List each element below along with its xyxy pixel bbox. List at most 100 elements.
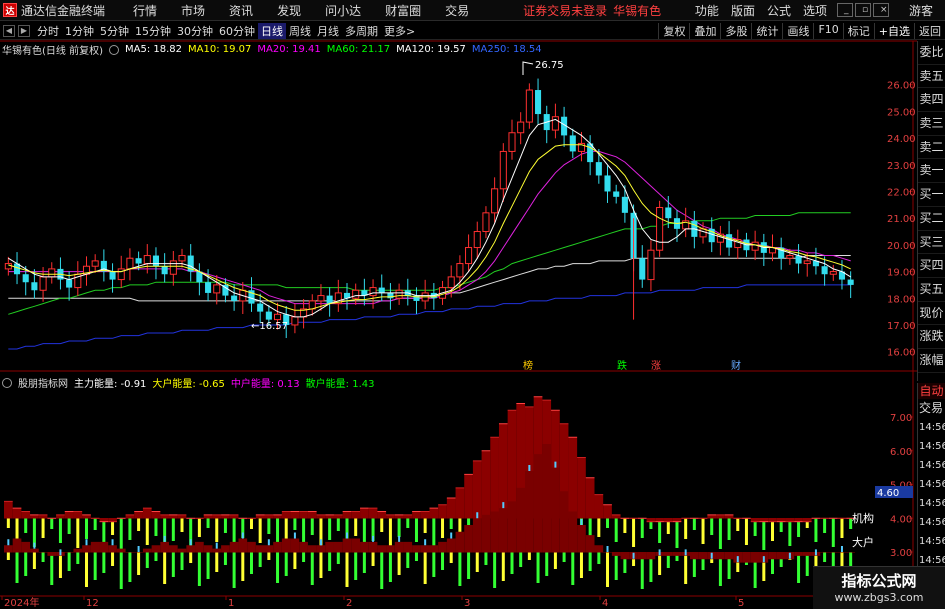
y-tick-label: 24.00 — [887, 134, 916, 145]
legend-toggle-icon[interactable] — [108, 44, 119, 55]
order-book-row[interactable]: 卖四 — [918, 88, 945, 113]
candle-body-down — [621, 196, 628, 213]
candle-body-up — [786, 255, 794, 259]
order-book-row[interactable]: 涨幅 — [918, 349, 945, 373]
indicator-toggle-icon[interactable] — [2, 377, 12, 388]
main-energy-bar — [316, 514, 326, 519]
dahu-energy-area — [90, 541, 100, 553]
dahu-energy-area — [611, 552, 621, 556]
order-book-row[interactable]: 买五 — [918, 278, 945, 302]
order-book-row[interactable]: 卖二 — [918, 136, 945, 160]
candle-body-up — [308, 300, 316, 310]
main-energy-bar — [30, 514, 39, 519]
candle-body-down — [22, 274, 29, 283]
main-energy-bar — [394, 514, 404, 519]
order-book-row[interactable]: 涨跌 — [918, 325, 945, 349]
dahu-energy-area — [507, 501, 517, 553]
dahu-energy-area — [351, 538, 361, 553]
main-energy-bar — [281, 511, 291, 519]
y-tick-label: 19.00 — [887, 268, 916, 279]
ma250-label: MA250: 18.54 — [471, 44, 542, 55]
dahu-energy-area — [30, 548, 39, 553]
candle-body-up — [456, 263, 464, 278]
dahu-energy-area — [21, 541, 31, 553]
main-energy-bar — [438, 504, 447, 519]
dahu-energy-area — [47, 552, 57, 556]
candle-body-up — [126, 257, 134, 270]
dahu-energy-area — [742, 552, 751, 563]
x-tick-label: 2 — [346, 598, 352, 609]
order-book-row[interactable]: 现价 — [918, 302, 945, 326]
main-energy-bar — [368, 508, 378, 519]
main-energy-label: 主力能量: -0.91 — [74, 379, 147, 390]
dahu-energy-area — [368, 541, 378, 553]
order-book-row[interactable]: 卖五 — [918, 65, 945, 89]
dahu-energy-area — [412, 545, 421, 553]
dahu-energy-area — [724, 552, 734, 560]
trade-label: 交易 — [919, 401, 944, 415]
main-energy-bar — [134, 511, 143, 519]
candle-body-up — [213, 284, 221, 294]
trade-time: 14:56 — [919, 498, 945, 509]
main-energy-bar — [611, 514, 621, 519]
y-tick-label: 22.00 — [887, 187, 916, 198]
candle-body-up — [143, 255, 151, 265]
high-arrow-icon — [522, 61, 534, 75]
high-price-annotation: 26.75 — [535, 60, 564, 71]
main-energy-bar — [603, 504, 612, 519]
dahu-energy-area — [386, 545, 395, 553]
ind-y-tick-label: 6.00 — [890, 447, 912, 458]
main-energy-bar — [490, 437, 499, 519]
order-book-row[interactable]: 卖三 — [918, 112, 945, 136]
candle-body-up — [4, 263, 12, 270]
dahu-energy-area — [594, 545, 604, 553]
event-marker: 财 — [731, 359, 741, 372]
candle-body-up — [517, 121, 525, 134]
candle-body-down — [326, 295, 333, 304]
trade-time: 14:56 — [919, 536, 945, 547]
main-energy-bar — [82, 514, 91, 519]
dahu-energy-area — [846, 552, 855, 553]
y-tick-label: 21.00 — [887, 214, 916, 225]
x-tick-label: 3 — [464, 598, 470, 609]
main-energy-bar — [446, 498, 456, 519]
dahu-energy-area — [290, 538, 300, 553]
ma10-line — [8, 144, 851, 311]
dahu-energy-area — [142, 548, 152, 553]
order-book-row[interactable]: 买二 — [918, 207, 945, 231]
main-energy-bar — [351, 511, 361, 519]
indicator-title: 股朋指标网 — [18, 379, 68, 390]
indicator-legend: 股朋指标网 主力能量: -0.91 大户能量: -0.65 中户能量: 0.13… — [2, 375, 375, 390]
main-energy-bar — [360, 508, 369, 519]
dahu-energy-area — [325, 541, 334, 553]
candle-body-up — [169, 260, 177, 275]
candle-body-up — [178, 255, 186, 262]
dahu-energy-area — [472, 518, 482, 553]
main-energy-bar — [464, 474, 473, 519]
order-book-row[interactable]: 委比 — [918, 41, 945, 65]
dahu-energy-area — [446, 538, 456, 553]
order-book-row[interactable]: 卖一 — [918, 159, 945, 184]
main-energy-bar — [203, 514, 213, 519]
main-energy-bar — [38, 514, 48, 519]
dahu-energy-area — [837, 552, 847, 553]
candle-body-up — [751, 241, 759, 251]
main-energy-bar — [716, 514, 725, 519]
dahu-energy-area — [151, 545, 161, 553]
main-energy-bar — [333, 514, 343, 519]
candle-body-up — [395, 289, 403, 299]
order-book-row[interactable]: 买三 — [918, 231, 945, 255]
low-price-annotation: ←16.57 — [251, 321, 288, 332]
candle-body-up — [499, 150, 507, 190]
ma120-line — [8, 255, 851, 302]
candle-body-down — [31, 282, 38, 291]
x-tick-label: 4 — [602, 598, 608, 609]
dahu-energy-area — [255, 545, 265, 553]
kline-chart[interactable]: 26.0025.0024.0023.0022.0021.0020.0019.00… — [0, 0, 945, 609]
order-book-row[interactable]: 买一 — [918, 183, 945, 207]
candle-body-down — [665, 207, 672, 219]
auto-toggle[interactable]: 自动 — [918, 383, 945, 399]
dahu-energy-area — [168, 545, 178, 553]
order-book-row[interactable]: 买四 — [918, 254, 945, 278]
main-energy-bar — [299, 511, 308, 519]
